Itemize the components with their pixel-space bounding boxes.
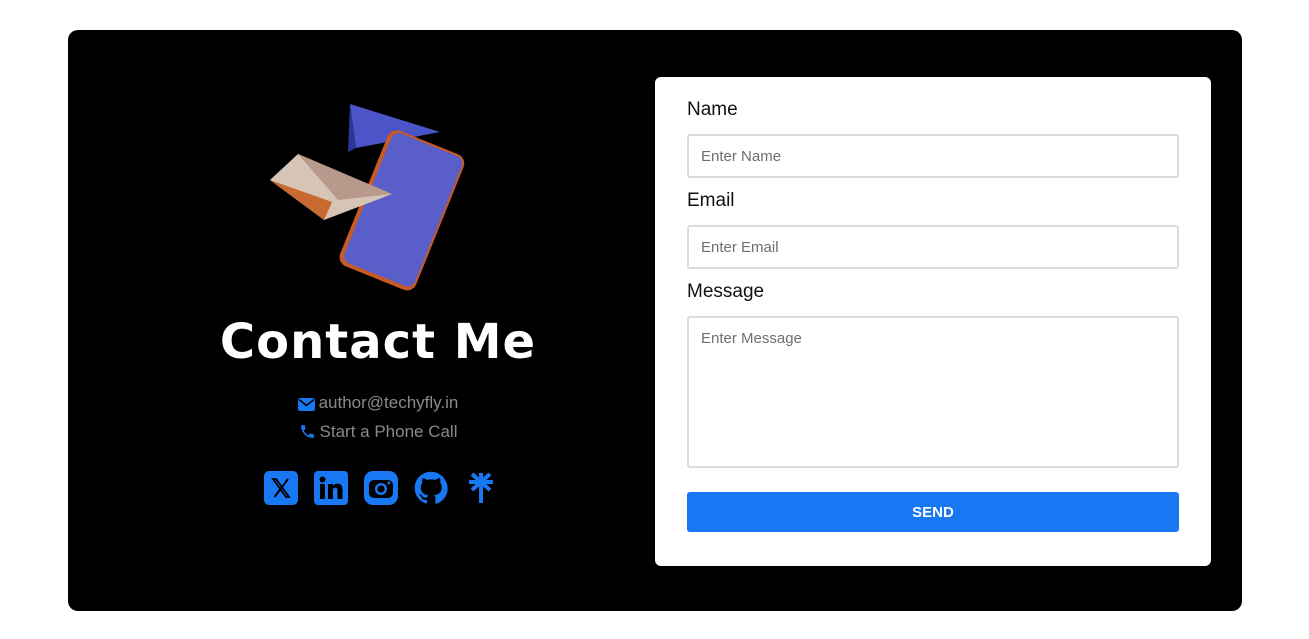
github-link[interactable] bbox=[414, 471, 448, 505]
page-title: Contact Me bbox=[219, 314, 537, 370]
email-text: author@techyfly.in bbox=[318, 393, 459, 412]
github-icon bbox=[414, 471, 448, 504]
linktree-link[interactable] bbox=[464, 471, 498, 505]
mail-phone-illustration bbox=[270, 104, 465, 291]
instagram-icon bbox=[364, 471, 398, 505]
email-input[interactable] bbox=[687, 225, 1179, 269]
message-textarea[interactable] bbox=[687, 316, 1179, 468]
contact-card: Contact Me author@techyfly.in Start a Ph… bbox=[68, 30, 1242, 611]
contact-info-panel: Contact Me author@techyfly.in Start a Ph… bbox=[68, 30, 655, 611]
name-label: Name bbox=[687, 99, 738, 120]
email-label: Email bbox=[687, 190, 735, 211]
linkedin-icon bbox=[314, 471, 348, 505]
phone-text: Start a Phone Call bbox=[319, 422, 458, 441]
instagram-link[interactable] bbox=[364, 471, 398, 505]
envelope-icon bbox=[297, 398, 315, 411]
send-button[interactable]: SEND bbox=[687, 492, 1179, 532]
phone-icon bbox=[300, 425, 314, 438]
social-links bbox=[264, 470, 498, 506]
name-input[interactable] bbox=[687, 134, 1179, 178]
message-label: Message bbox=[687, 281, 765, 302]
linkedin-link[interactable] bbox=[314, 471, 348, 505]
x-twitter-icon bbox=[264, 471, 298, 505]
contact-form: Name Email Message SEND bbox=[655, 77, 1211, 566]
linktree-icon bbox=[469, 472, 493, 503]
phone-call-link[interactable]: Start a Phone Call bbox=[68, 422, 688, 442]
email-link[interactable]: author@techyfly.in bbox=[68, 393, 688, 413]
x-twitter-link[interactable] bbox=[264, 471, 298, 505]
